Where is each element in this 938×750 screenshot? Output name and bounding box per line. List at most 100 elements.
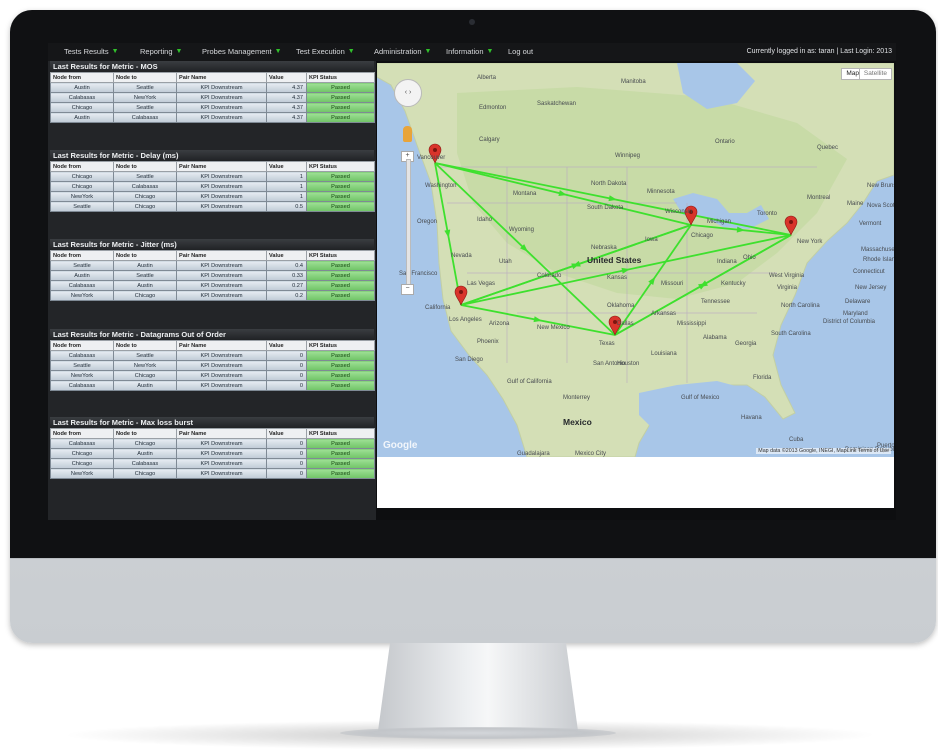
table-row[interactable]: Seattle NewYork KPI Downstream 0 Passed xyxy=(50,360,375,371)
map-label: San Antonio xyxy=(593,361,626,367)
table-row[interactable]: Austin Seattle KPI Downstream 0.33 Passed xyxy=(50,270,375,281)
nav-log-out[interactable]: Log out xyxy=(508,43,533,61)
nav-reporting[interactable]: Reporting ▼ xyxy=(140,43,182,61)
map-view[interactable]: Alberta Manitoba Edmonton Saskatchewan Calga… xyxy=(377,63,894,457)
nav-tests-results[interactable]: Tests Results ▼ xyxy=(64,43,119,61)
column-header[interactable]: Pair Name xyxy=(176,72,267,83)
column-header[interactable]: Node from xyxy=(50,428,114,439)
column-header[interactable]: KPI Status xyxy=(306,161,375,172)
column-header[interactable]: Pair Name xyxy=(176,428,267,439)
cell-node-to: NewYork xyxy=(113,360,177,371)
map-label: San Diego xyxy=(455,357,484,363)
table-row[interactable]: Chicago Seattle KPI Downstream 4.37 Passed xyxy=(50,102,375,113)
column-header[interactable]: Node from xyxy=(50,340,114,351)
section-title: Last Results for Metric - Datagrams Out … xyxy=(50,329,374,340)
nav-probes-management[interactable]: Probes Management ▼ xyxy=(202,43,282,61)
map-attribution[interactable]: Map data ©2013 Google, INEGI, MapLink Te… xyxy=(756,448,891,454)
map-label: Phoenix xyxy=(477,339,499,345)
table-row[interactable]: Seattle Chicago KPI Downstream 0.5 Passed xyxy=(50,201,375,212)
map-label: Nevada xyxy=(451,253,472,259)
cell-node-from: Calabasas xyxy=(50,92,114,103)
metric-section: Last Results for Metric - Max loss burst… xyxy=(50,417,375,479)
cell-node-from: Chicago xyxy=(50,448,114,459)
table-row[interactable]: NewYork Chicago KPI Downstream 0 Passed xyxy=(50,468,375,479)
column-header[interactable]: Node to xyxy=(113,340,177,351)
cell-node-to: Chicago xyxy=(113,201,177,212)
chevron-down-icon: ▼ xyxy=(486,48,494,55)
map-label: North Dakota xyxy=(591,181,627,187)
table-row[interactable]: Seattle Austin KPI Downstream 0.4 Passed xyxy=(50,260,375,271)
table-row[interactable]: Calabasas Austin KPI Downstream 0 Passed xyxy=(50,380,375,391)
cell-pair-name: KPI Downstream xyxy=(176,380,267,391)
table-row[interactable]: NewYork Chicago KPI Downstream 0 Passed xyxy=(50,370,375,381)
map-label: Wyoming xyxy=(509,227,534,233)
table-row[interactable]: Austin Calabasas KPI Downstream 4.37 Passed xyxy=(50,112,375,123)
column-header[interactable]: Node to xyxy=(113,250,177,261)
nav-information[interactable]: Information ▼ xyxy=(446,43,493,61)
column-header[interactable]: Value xyxy=(266,340,307,351)
table-row[interactable]: Chicago Calabasas KPI Downstream 1 Passed xyxy=(50,181,375,192)
column-header[interactable]: Node from xyxy=(50,161,114,172)
table-row[interactable]: NewYork Chicago KPI Downstream 1 Passed xyxy=(50,191,375,202)
table-row[interactable]: Chicago Calabasas KPI Downstream 0 Passed xyxy=(50,458,375,469)
column-header[interactable]: Value xyxy=(266,161,307,172)
column-header[interactable]: KPI Status xyxy=(306,340,375,351)
nav-administration[interactable]: Administration ▼ xyxy=(374,43,431,61)
table-row[interactable]: Chicago Austin KPI Downstream 0 Passed xyxy=(50,448,375,459)
status-badge: Passed xyxy=(306,112,375,123)
cell-value: 0.27 xyxy=(266,280,307,291)
column-header[interactable]: KPI Status xyxy=(306,72,375,83)
table-row[interactable]: Calabasas Seattle KPI Downstream 0 Passed xyxy=(50,350,375,361)
column-header[interactable]: KPI Status xyxy=(306,250,375,261)
map-label: Vancouver xyxy=(417,155,445,161)
nav-test-execution[interactable]: Test Execution ▼ xyxy=(296,43,355,61)
street-view-pegman-icon[interactable] xyxy=(403,126,412,142)
zoom-slider[interactable] xyxy=(406,159,411,291)
status-badge: Passed xyxy=(306,380,375,391)
cell-node-to: Chicago xyxy=(113,191,177,202)
map-label: Vermont xyxy=(859,221,882,227)
column-header[interactable]: Node from xyxy=(50,72,114,83)
table-row[interactable]: Calabasas Chicago KPI Downstream 0 Passed xyxy=(50,438,375,449)
column-header[interactable]: Value xyxy=(266,250,307,261)
column-header[interactable]: Pair Name xyxy=(176,161,267,172)
table-row[interactable]: NewYork Chicago KPI Downstream 0.2 Passed xyxy=(50,290,375,301)
map-label: Kentucky xyxy=(721,281,746,287)
cell-pair-name: KPI Downstream xyxy=(176,92,267,103)
marker-dot xyxy=(433,148,437,152)
cell-node-from: Seattle xyxy=(50,260,114,271)
cell-value: 1 xyxy=(266,171,307,182)
status-badge: Passed xyxy=(306,290,375,301)
map-label: Florida xyxy=(753,375,772,381)
column-header[interactable]: KPI Status xyxy=(306,428,375,439)
column-header[interactable]: Node to xyxy=(113,72,177,83)
map-label: Nova Scotia xyxy=(867,203,894,209)
map-label: California xyxy=(425,305,451,311)
map-label: Maine xyxy=(847,201,864,207)
column-header[interactable]: Pair Name xyxy=(176,250,267,261)
cell-node-from: NewYork xyxy=(50,191,114,202)
column-header[interactable]: Node to xyxy=(113,428,177,439)
zoom-out-button[interactable]: − xyxy=(401,284,414,295)
map-label: West Virginia xyxy=(769,273,805,279)
map-label: Michigan xyxy=(707,219,731,225)
column-header[interactable]: Node from xyxy=(50,250,114,261)
pan-control-icon[interactable]: ‹ › xyxy=(394,79,422,107)
table-row[interactable]: Austin Seattle KPI Downstream 4.37 Passed xyxy=(50,82,375,93)
table-row[interactable]: Calabasas Austin KPI Downstream 0.27 Passed xyxy=(50,280,375,291)
satellite-type-button[interactable]: Satellite xyxy=(858,68,892,80)
map-label: Louisiana xyxy=(651,351,677,357)
column-header[interactable]: Value xyxy=(266,428,307,439)
map-label: San Francisco xyxy=(399,271,438,277)
map-label: Washington xyxy=(425,183,456,189)
status-badge: Passed xyxy=(306,191,375,202)
column-header[interactable]: Pair Name xyxy=(176,340,267,351)
column-header[interactable]: Value xyxy=(266,72,307,83)
map-label: North Carolina xyxy=(781,303,820,309)
metric-section: Last Results for Metric - MOS Node from No… xyxy=(50,61,375,123)
table-row[interactable]: Calabasas NewYork KPI Downstream 4.37 Passed xyxy=(50,92,375,103)
table-row[interactable]: Chicago Seattle KPI Downstream 1 Passed xyxy=(50,171,375,182)
column-header[interactable]: Node to xyxy=(113,161,177,172)
status-badge: Passed xyxy=(306,181,375,192)
app-screen: Tests Results ▼ Reporting ▼ Probes Manag… xyxy=(48,43,896,520)
